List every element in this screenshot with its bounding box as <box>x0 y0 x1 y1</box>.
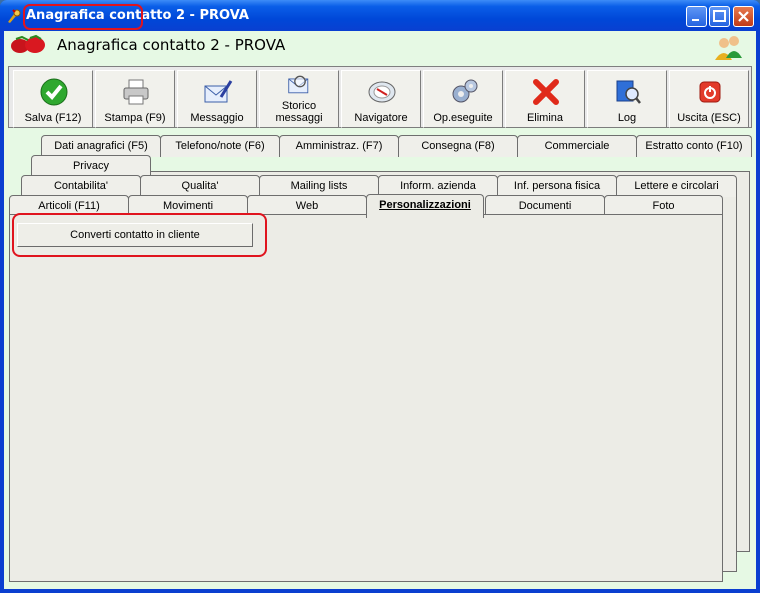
printer-icon <box>123 79 149 105</box>
check-icon <box>40 78 68 106</box>
minimize-icon <box>692 19 699 21</box>
message-history-label: Storico messaggi <box>275 100 323 124</box>
tab-lettere-circolari[interactable]: Lettere e circolari <box>616 175 737 197</box>
message-label: Messaggio <box>190 112 244 124</box>
convert-highlight-annotation <box>12 213 267 257</box>
title-highlight-annotation <box>23 4 143 30</box>
tab-consegna[interactable]: Consegna (F8) <box>398 135 518 157</box>
app-icon <box>8 9 21 23</box>
save-button[interactable]: Salva (F12) <box>13 70 93 128</box>
tab-telefono-note[interactable]: Telefono/note (F6) <box>160 135 280 157</box>
toolbar: Salva (F12) Stampa (F9) Messaggio Storic… <box>8 66 752 128</box>
close-icon <box>738 11 749 22</box>
app-window: Anagrafica contatto 2 - PROVA Anagrafica… <box>0 0 760 593</box>
book-search-icon <box>616 80 641 104</box>
log-button[interactable]: Log <box>587 70 667 128</box>
navigator-label: Navigatore <box>354 112 408 124</box>
tab-personalizzazioni[interactable]: Personalizzazioni <box>366 194 484 218</box>
tab-amministrazione[interactable]: Amministraz. (F7) <box>279 135 399 157</box>
message-history-button[interactable]: Storico messaggi <box>259 70 339 128</box>
exit-label: Uscita (ESC) <box>677 112 741 124</box>
tab-inf-persona-fisica[interactable]: Inf. persona fisica <box>497 175 617 197</box>
tab-contabilita[interactable]: Contabilita' <box>21 175 141 197</box>
tab-privacy[interactable]: Privacy <box>31 155 151 177</box>
client-area: Anagrafica contatto 2 - PROVA Salva (F12… <box>4 31 756 589</box>
delete-label: Elimina <box>526 112 564 124</box>
message-button[interactable]: Messaggio <box>177 70 257 128</box>
maximize-button[interactable] <box>709 6 730 27</box>
tab-panel-active <box>9 214 723 582</box>
operations-done-button[interactable]: Op.eseguite <box>423 70 503 128</box>
navigator-button[interactable]: Navigatore <box>341 70 421 128</box>
title-bar[interactable]: Anagrafica contatto 2 - PROVA <box>0 0 760 32</box>
minimize-button[interactable] <box>686 6 707 27</box>
red-x-icon <box>533 79 559 105</box>
envelope-search-icon <box>288 75 309 94</box>
strawberries-icon <box>11 34 45 53</box>
tab-estratto-conto[interactable]: Estratto conto (F10) <box>636 135 752 157</box>
page-title: Anagrafica contatto 2 - PROVA <box>57 36 286 54</box>
save-label: Salva (F12) <box>24 112 82 124</box>
tab-mailing-lists[interactable]: Mailing lists <box>259 175 379 197</box>
gears-icon <box>452 79 478 103</box>
maximize-icon <box>713 10 726 22</box>
operations-done-label: Op.eseguite <box>433 112 493 124</box>
delete-button[interactable]: Elimina <box>505 70 585 128</box>
users-icon <box>715 36 742 60</box>
tab-commerciale[interactable]: Commerciale <box>517 135 637 157</box>
tab-dati-anagrafici[interactable]: Dati anagrafici (F5) <box>41 135 161 157</box>
power-icon <box>699 81 721 103</box>
log-label: Log <box>617 112 637 124</box>
envelope-pen-icon <box>204 80 233 103</box>
close-button[interactable] <box>733 6 754 27</box>
print-label: Stampa (F9) <box>104 112 166 124</box>
exit-button[interactable]: Uscita (ESC) <box>669 70 749 128</box>
compass-icon <box>368 81 396 103</box>
tab-qualita[interactable]: Qualita' <box>140 175 260 197</box>
print-button[interactable]: Stampa (F9) <box>95 70 175 128</box>
